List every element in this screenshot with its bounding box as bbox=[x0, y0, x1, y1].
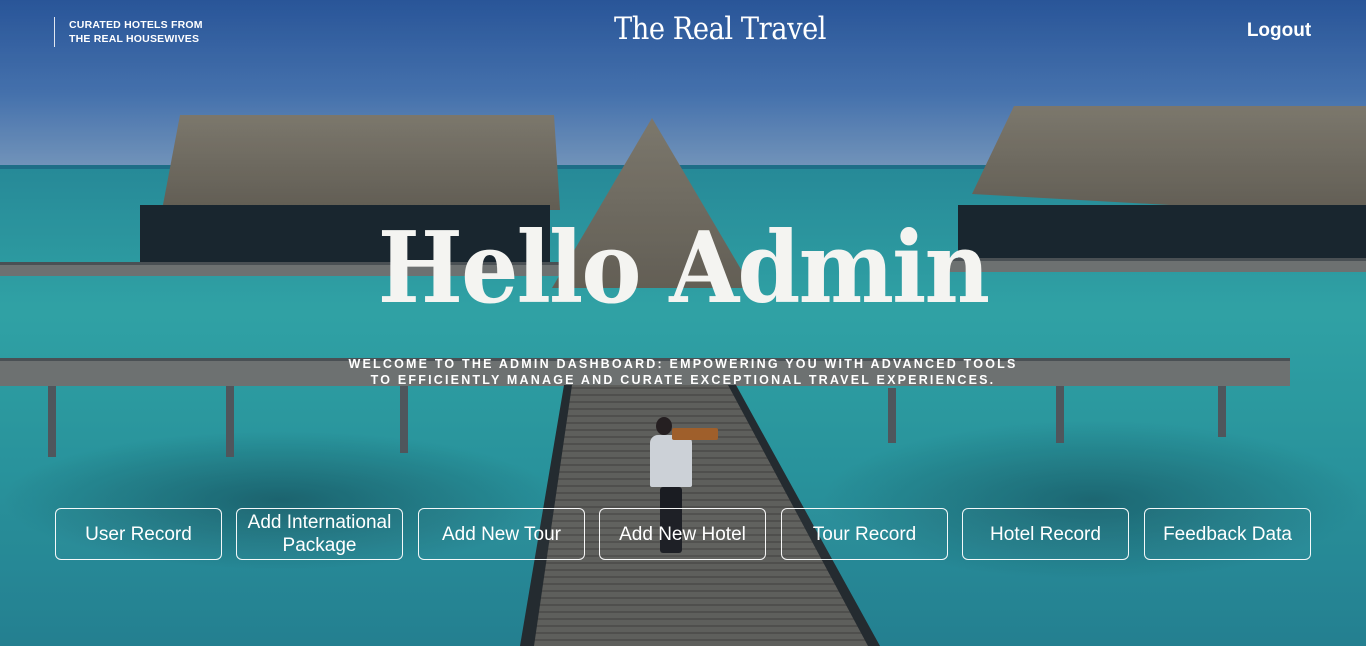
feedback-data-button[interactable]: Feedback Data bbox=[1144, 508, 1311, 560]
add-new-hotel-button[interactable]: Add New Hotel bbox=[599, 508, 766, 560]
tagline-line-2: THE REAL HOUSEWIVES bbox=[69, 33, 200, 45]
admin-actions: User Record Add International Package Ad… bbox=[55, 508, 1311, 560]
hero-title: Hello Admin bbox=[377, 211, 990, 326]
add-international-package-button[interactable]: Add International Package bbox=[236, 508, 403, 560]
hero-subtitle-line-2: TO EFFICIENTLY MANAGE AND CURATE EXCEPTI… bbox=[370, 373, 996, 387]
logout-link[interactable]: Logout bbox=[1236, 20, 1322, 42]
tagline-line-1: CURATED HOTELS FROM bbox=[69, 19, 203, 31]
site-tagline: CURATED HOTELS FROM THE REAL HOUSEWIVES bbox=[54, 17, 203, 47]
hotel-record-button[interactable]: Hotel Record bbox=[962, 508, 1129, 560]
add-new-tour-button[interactable]: Add New Tour bbox=[418, 508, 585, 560]
brand-logo[interactable]: The Real Travel bbox=[544, 11, 896, 47]
user-record-button[interactable]: User Record bbox=[55, 508, 222, 560]
tour-record-button[interactable]: Tour Record bbox=[781, 508, 948, 560]
hero-subtitle: WELCOME TO THE ADMIN DASHBOARD: EMPOWERI… bbox=[283, 356, 1083, 388]
hero-subtitle-line-1: WELCOME TO THE ADMIN DASHBOARD: EMPOWERI… bbox=[348, 357, 1018, 371]
